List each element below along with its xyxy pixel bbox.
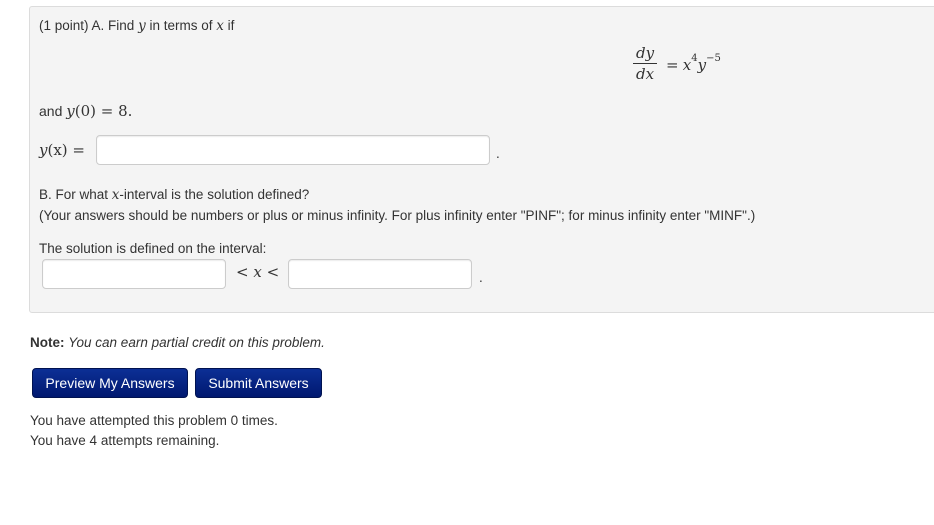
note-text: You can earn partial credit on this prob… [68,335,325,350]
fraction-numerator: dy [633,44,658,64]
rhs-x-exponent: 4 [691,53,698,64]
submit-answers-button[interactable]: Submit Answers [195,368,322,398]
question-text: -interval is the solution defined? [119,187,310,202]
initial-condition-value: (0) = 8. [74,102,133,120]
var-y: y [138,18,146,34]
answer-label-rest: (x) = [47,141,85,159]
part-b-instructions: (Your answers should be numbers or plus … [39,208,756,223]
preview-answers-button[interactable]: Preview My Answers [32,368,188,398]
derivative-fraction: dy dx [633,44,658,83]
period: . [496,146,500,161]
period: . [479,270,483,285]
fraction-denominator: dx [636,65,655,83]
part-b-question: B. For what x-interval is the solution d… [39,187,309,203]
partial-credit-note: Note: You can earn partial credit on thi… [30,335,325,350]
part-a-intro: (1 point) A. Find y in terms of x if [39,18,234,34]
equation-rhs: = x4y−5 [666,53,721,74]
interval-upper-input[interactable] [288,259,472,289]
rhs-y-exponent: −5 [706,53,721,64]
interval-lower-input[interactable] [42,259,226,289]
rhs-y: y [697,56,707,74]
interval-label: The solution is defined on the interval: [39,241,267,256]
initial-condition-y: y [66,102,75,120]
intro-text: if [223,18,235,33]
question-text: B. For what [39,187,112,202]
answer-label: y(x) = [39,141,85,159]
initial-condition-text: and [39,103,67,119]
rhs-x: x [682,56,692,74]
var-x: x [216,18,224,34]
intro-text: (1 point) A. Find [39,18,139,33]
attempts-remaining-text: You have 4 attempts remaining. [30,433,220,448]
y-of-x-answer-input[interactable] [96,135,490,165]
initial-condition: and y(0) = 8. [39,102,132,120]
attempts-used-text: You have attempted this problem 0 times. [30,413,278,428]
inequality-x: < x < [236,263,280,281]
note-label: Note: [30,335,65,350]
equals-sign: = [666,56,679,74]
intro-text: in terms of [145,18,217,33]
